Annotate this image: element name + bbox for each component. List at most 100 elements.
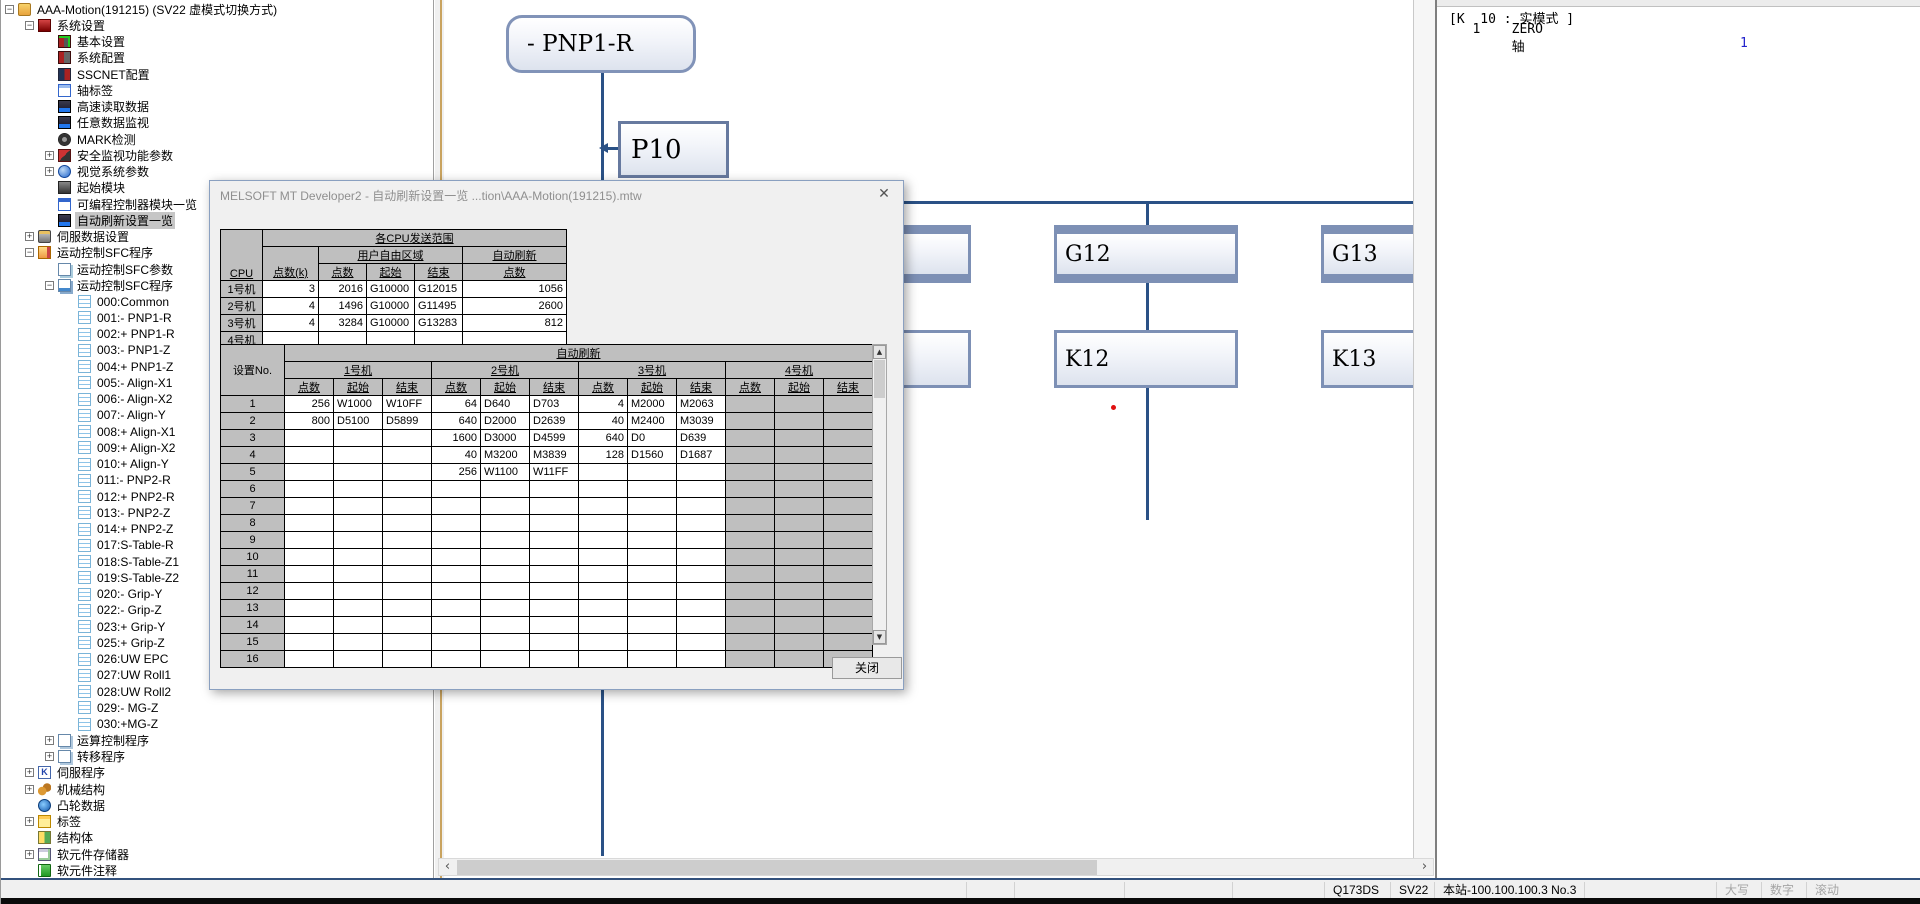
refresh-cell-m2-0[interactable] xyxy=(432,617,481,634)
refresh-cell-m1-2[interactable]: D5899 xyxy=(383,413,432,430)
refresh-cell-m1-1[interactable] xyxy=(334,651,383,668)
refresh-cell-m4-0[interactable] xyxy=(726,651,775,668)
points-cell[interactable]: 3284 xyxy=(319,315,367,332)
refresh-cell-m3-1[interactable]: D1560 xyxy=(628,447,677,464)
points-k-cell[interactable]: 4 xyxy=(263,315,319,332)
refresh-cell-m3-0[interactable] xyxy=(579,464,628,481)
tree-item-label[interactable]: 018:S-Table-Z1 xyxy=(95,555,181,569)
refresh-cell-m4-0[interactable] xyxy=(726,498,775,515)
tree-item-3[interactable]: 系统配置 xyxy=(1,50,433,66)
refresh-cell-m3-0[interactable] xyxy=(579,515,628,532)
refresh-cell-m3-2[interactable] xyxy=(677,617,726,634)
end-cell[interactable]: G12015 xyxy=(415,281,463,298)
expand-icon[interactable]: + xyxy=(25,850,34,859)
refresh-cell-m2-2[interactable] xyxy=(530,617,579,634)
refresh-cell-m1-2[interactable] xyxy=(383,515,432,532)
refresh-cell-m2-2[interactable] xyxy=(530,566,579,583)
tree-item-label[interactable]: 基本设置 xyxy=(75,33,127,50)
refresh-cell-m1-1[interactable]: W1000 xyxy=(334,396,383,413)
tree-item-label[interactable]: 起始模块 xyxy=(75,179,127,196)
tree-item-label[interactable]: 凸轮数据 xyxy=(55,797,107,814)
tree-item-label[interactable]: 006:- Align-X2 xyxy=(95,392,174,406)
refresh-cell-m3-1[interactable] xyxy=(628,549,677,566)
refresh-cell-m3-1[interactable] xyxy=(628,515,677,532)
tree-item-label[interactable]: 008:+ Align-X1 xyxy=(95,425,177,439)
refresh-cell-m2-2[interactable]: D703 xyxy=(530,396,579,413)
refresh-cell-m1-0[interactable] xyxy=(285,549,334,566)
refresh-cell-m1-2[interactable] xyxy=(383,583,432,600)
tree-item-label[interactable]: 020:- Grip-Y xyxy=(95,587,164,601)
collapse-icon[interactable]: − xyxy=(5,5,14,14)
refresh-cell-m2-2[interactable] xyxy=(530,498,579,515)
refresh-cell-m1-0[interactable] xyxy=(285,447,334,464)
tree-item-label[interactable]: 安全监视功能参数 xyxy=(75,147,175,164)
refresh-cell-m4-1[interactable] xyxy=(775,600,824,617)
refresh-cell-m1-2[interactable] xyxy=(383,498,432,515)
refresh-cell-m4-2[interactable] xyxy=(824,566,873,583)
tree-item-label[interactable]: 轴标签 xyxy=(75,82,115,99)
refresh-cell-m3-0[interactable] xyxy=(579,498,628,515)
refresh-cell-m1-1[interactable] xyxy=(334,430,383,447)
start-cell[interactable]: G10000 xyxy=(367,281,415,298)
refresh-cell-m1-2[interactable] xyxy=(383,447,432,464)
refresh-cell-m3-0[interactable]: 40 xyxy=(579,413,628,430)
refresh-cell-m4-2[interactable] xyxy=(824,396,873,413)
refresh-cell-m2-1[interactable]: M3200 xyxy=(481,447,530,464)
tree-item-label[interactable]: 007:- Align-Y xyxy=(95,408,168,422)
refresh-cell-m4-1[interactable] xyxy=(775,396,824,413)
refresh-cell-m4-1[interactable] xyxy=(775,481,824,498)
tree-item-label[interactable]: 软元件存储器 xyxy=(55,846,131,863)
refresh-cell-m2-2[interactable] xyxy=(530,532,579,549)
refresh-cell-m4-1[interactable] xyxy=(775,430,824,447)
tree-item-label[interactable]: 009:+ Align-X2 xyxy=(95,441,177,455)
refresh-cell-m2-0[interactable]: 256 xyxy=(432,464,481,481)
tree-item-label[interactable]: 014:+ PNP2-Z xyxy=(95,522,175,536)
tree-item-label[interactable]: 003:- PNP1-Z xyxy=(95,343,172,357)
tree-item-51[interactable]: 结构体 xyxy=(1,830,433,846)
refresh-cell-m2-2[interactable]: M3839 xyxy=(530,447,579,464)
tree-item-53[interactable]: 软元件注释 xyxy=(1,862,433,878)
refresh-cell-m1-2[interactable] xyxy=(383,430,432,447)
horizontal-scroll-thumb[interactable] xyxy=(457,860,1097,875)
refresh-cell-m2-1[interactable]: W1100 xyxy=(481,464,530,481)
refresh-cell-m1-1[interactable] xyxy=(334,481,383,498)
tree-item-label[interactable]: 004:+ PNP1-Z xyxy=(95,360,175,374)
refresh-cell-m3-2[interactable] xyxy=(677,532,726,549)
refresh-cell-m2-1[interactable] xyxy=(481,651,530,668)
refresh-cell-m3-2[interactable] xyxy=(677,583,726,600)
tree-item-50[interactable]: +标签 xyxy=(1,814,433,830)
tree-item-label[interactable]: 转移程序 xyxy=(75,748,127,765)
refresh-cell-m2-1[interactable]: D640 xyxy=(481,396,530,413)
refresh-cell-m2-1[interactable]: D3000 xyxy=(481,430,530,447)
tree-item-6[interactable]: 高速读取数据 xyxy=(1,99,433,115)
tree-item-label[interactable]: 伺服数据设置 xyxy=(55,228,131,245)
refresh-cell-m3-0[interactable] xyxy=(579,583,628,600)
refresh-cell-m1-1[interactable] xyxy=(334,634,383,651)
tree-item-label[interactable]: 运算控制程序 xyxy=(75,732,151,749)
refresh-cell-m3-2[interactable] xyxy=(677,498,726,515)
refresh-cell-m1-0[interactable] xyxy=(285,481,334,498)
refresh-cell-m3-0[interactable] xyxy=(579,566,628,583)
refresh-cell-m3-0[interactable] xyxy=(579,617,628,634)
refresh-cell-m1-2[interactable] xyxy=(383,464,432,481)
refresh-cell-m1-0[interactable] xyxy=(285,617,334,634)
refresh-cell-m3-2[interactable] xyxy=(677,600,726,617)
refresh-cell-m2-0[interactable] xyxy=(432,583,481,600)
tree-item-label[interactable]: 运动控制SFC程序 xyxy=(55,244,155,261)
refresh-cell-m1-0[interactable] xyxy=(285,566,334,583)
refresh-cell-m3-1[interactable] xyxy=(628,651,677,668)
refresh-cell-m1-1[interactable] xyxy=(334,447,383,464)
tree-item-label[interactable]: 可编程控制器模块一览 xyxy=(75,196,199,213)
tree-item-label[interactable]: 伺服程序 xyxy=(55,764,107,781)
sfc-node-g-partial[interactable] xyxy=(894,225,971,283)
refresh-cell-m4-2[interactable] xyxy=(824,498,873,515)
dialog-scroll-thumb[interactable] xyxy=(874,360,885,398)
start-cell[interactable]: G10000 xyxy=(367,315,415,332)
refresh-cell-m3-0[interactable] xyxy=(579,549,628,566)
tree-item-10[interactable]: +视觉系统参数 xyxy=(1,164,433,180)
refresh-cell-m1-0[interactable] xyxy=(285,498,334,515)
refresh-cell-m2-1[interactable] xyxy=(481,549,530,566)
tree-item-label[interactable]: 026:UW EPC xyxy=(95,652,170,666)
tree-item-label[interactable]: 017:S-Table-R xyxy=(95,538,176,552)
refresh-cell-m3-2[interactable]: M3039 xyxy=(677,413,726,430)
